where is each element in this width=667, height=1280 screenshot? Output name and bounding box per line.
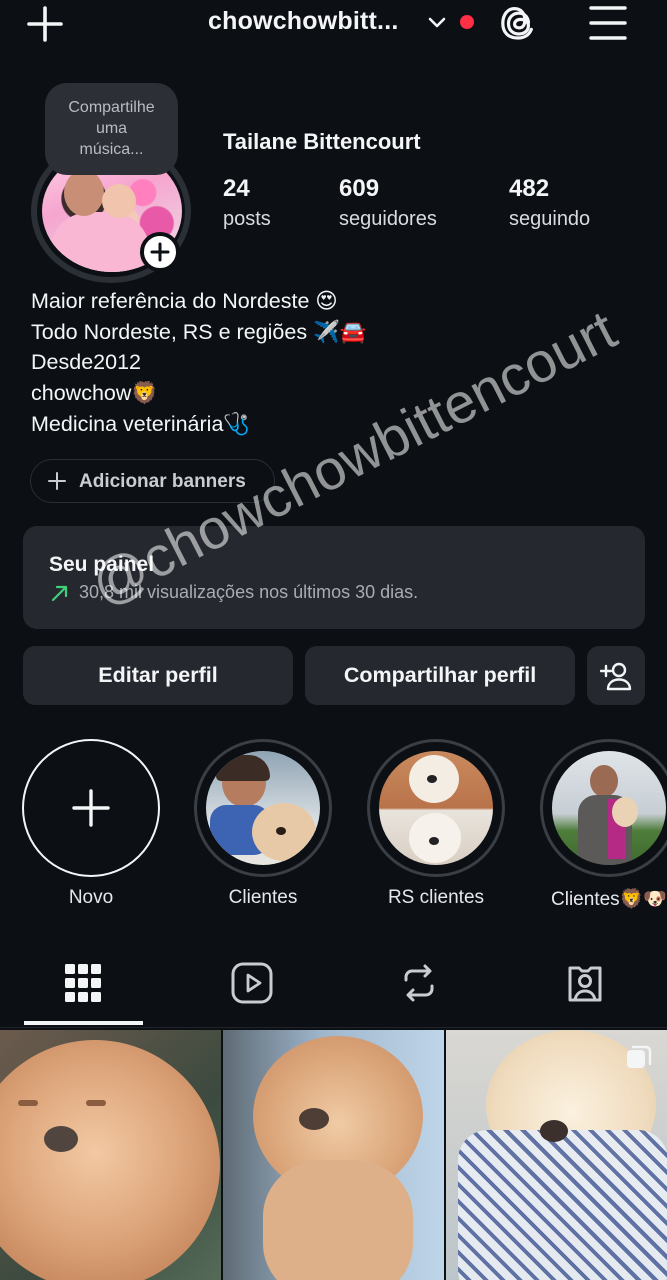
- top-bar: chowchowbitt...: [0, 0, 667, 46]
- stat-value: 24: [223, 175, 250, 202]
- stat-label: posts: [223, 208, 271, 230]
- note-line: Compartilhe: [68, 99, 155, 116]
- threads-icon[interactable]: [498, 2, 540, 44]
- repost-icon: [404, 964, 434, 1002]
- discover-people-button[interactable]: [587, 646, 645, 705]
- stat-posts[interactable]: 24 posts: [223, 175, 271, 231]
- highlight-label: Clientes🦁🐶: [551, 889, 667, 910]
- plus-icon: [48, 472, 66, 490]
- notification-dot: [460, 15, 474, 29]
- carousel-icon: [627, 1045, 652, 1068]
- chevron-down-icon[interactable]: [426, 12, 448, 34]
- highlight-ring: [194, 739, 332, 877]
- highlight-cover: [379, 751, 493, 865]
- tab-grid[interactable]: [24, 950, 144, 1026]
- post-thumbnail[interactable]: [223, 1030, 444, 1280]
- highlight-label: RS clientes: [387, 887, 485, 908]
- plus-icon: [150, 242, 170, 262]
- active-tab-indicator: [24, 1021, 143, 1025]
- posts-grid: [0, 1030, 667, 1280]
- tab-reels[interactable]: [191, 950, 311, 1026]
- edit-profile-button[interactable]: Editar perfil: [23, 646, 293, 705]
- plus-icon: [72, 789, 110, 827]
- stat-value: 482: [509, 175, 550, 202]
- share-profile-button[interactable]: Compartilhar perfil: [305, 646, 575, 705]
- tagged-icon: [568, 966, 602, 1002]
- highlight-ring: [367, 739, 505, 877]
- tab-tagged[interactable]: [524, 950, 644, 1026]
- trend-up-icon: [51, 585, 68, 602]
- highlight-clientes-2[interactable]: Clientes🦁🐶: [539, 739, 667, 911]
- bio: Maior referência do Nordeste 😍 Todo Nord…: [31, 286, 367, 440]
- stat-following[interactable]: 482 seguindo: [509, 175, 590, 231]
- reels-icon: [231, 962, 273, 1004]
- plus-icon[interactable]: [26, 5, 64, 43]
- post-thumbnail[interactable]: [446, 1030, 667, 1280]
- highlight-cover: [206, 751, 320, 865]
- note-bubble[interactable]: Compartilhe uma música...: [45, 83, 178, 175]
- menu-icon[interactable]: [588, 4, 628, 42]
- bio-line: chowchow🦁: [31, 381, 159, 406]
- highlight-rs-clientes[interactable]: RS clientes: [366, 739, 506, 909]
- grid-icon: [65, 964, 101, 1002]
- highlight-label: Novo: [68, 887, 114, 908]
- add-story-button[interactable]: [140, 232, 180, 272]
- stat-value: 609: [339, 175, 380, 202]
- note-line: música...: [79, 141, 144, 158]
- highlight-clientes[interactable]: Clientes: [193, 739, 333, 909]
- username[interactable]: chowchowbitt...: [208, 7, 399, 36]
- add-person-icon: [600, 662, 632, 691]
- full-name: Tailane Bittencourt: [223, 129, 421, 154]
- highlight-new[interactable]: Novo: [21, 739, 161, 909]
- tab-reposts[interactable]: [358, 950, 478, 1026]
- bio-line: Maior referência do Nordeste 😍: [31, 289, 338, 313]
- bio-line: Todo Nordeste, RS e regiões ✈️🚘: [31, 319, 367, 344]
- stat-followers[interactable]: 609 seguidores: [339, 175, 437, 231]
- stat-label: seguindo: [509, 208, 591, 230]
- bio-line: Medicina veterinária🩺: [31, 411, 251, 436]
- highlight-ring: [540, 739, 667, 877]
- note-line: uma: [95, 120, 128, 137]
- content-tabs: [0, 950, 667, 1028]
- highlight-cover: [552, 751, 666, 865]
- stat-label: seguidores: [339, 208, 437, 230]
- post-thumbnail[interactable]: [0, 1030, 221, 1280]
- highlight-label: Clientes: [228, 887, 298, 908]
- bio-line: Desde2012: [31, 350, 141, 375]
- highlight-ring: [22, 739, 160, 877]
